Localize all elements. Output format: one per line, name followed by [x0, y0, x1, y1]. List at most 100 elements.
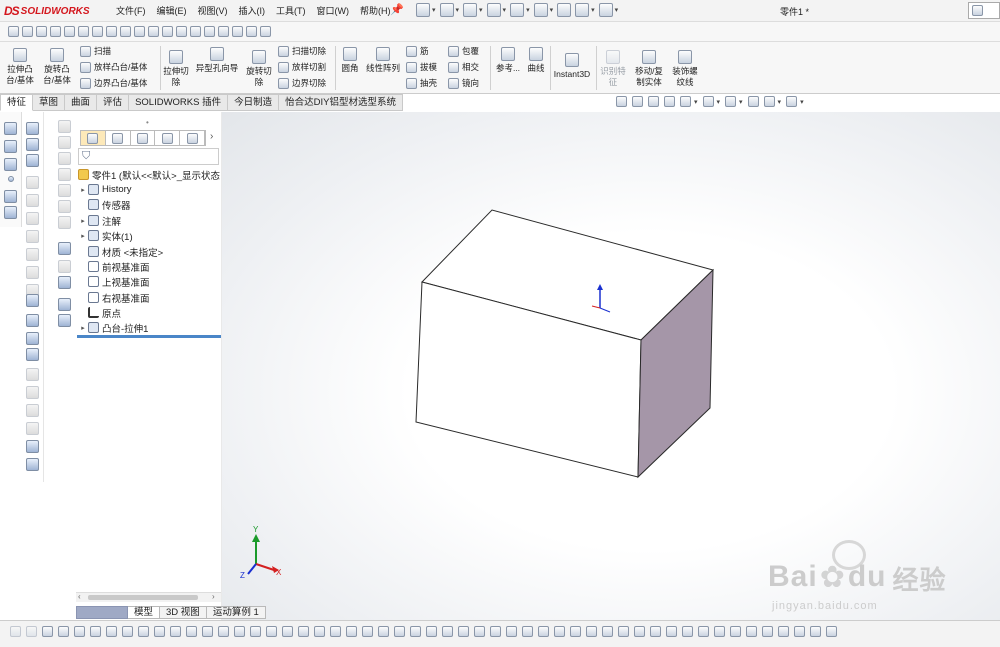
- sweep-button[interactable]: 扫描: [80, 45, 111, 57]
- zoom-to-fit-icon[interactable]: [616, 96, 627, 107]
- selection-filter-icon[interactable]: [10, 626, 21, 637]
- selection-filter-icon[interactable]: [314, 626, 325, 637]
- cut-icon[interactable]: [26, 154, 39, 167]
- pattern-side-icon[interactable]: [26, 348, 39, 361]
- boss-revolve-icon[interactable]: [26, 138, 39, 151]
- selection-filter-icon[interactable]: [586, 626, 597, 637]
- intersect-button[interactable]: 相交: [448, 61, 479, 73]
- selection-filter-icon[interactable]: [122, 626, 133, 637]
- wrap-button[interactable]: 包覆: [448, 45, 479, 57]
- tab-manufacturing[interactable]: 今日制造: [228, 94, 280, 111]
- tab-addins[interactable]: SOLIDWORKS 插件: [129, 94, 229, 111]
- selection-filter-icon[interactable]: [442, 626, 453, 637]
- wrap-side-icon[interactable]: [26, 332, 39, 345]
- tree-item-right-plane[interactable]: 右视基准面: [78, 290, 221, 305]
- options-gear-icon[interactable]: [598, 3, 613, 17]
- open-icon[interactable]: [439, 3, 454, 17]
- box-side-icon[interactable]: [26, 458, 39, 471]
- boss-extrude-icon[interactable]: [26, 122, 39, 135]
- swept-cut-button[interactable]: 扫描切除: [278, 45, 326, 57]
- screen-icon[interactable]: [58, 276, 71, 289]
- selection-filter-icon[interactable]: [42, 626, 53, 637]
- tool-icon-7[interactable]: [92, 26, 103, 37]
- view-settings-icon[interactable]: [786, 96, 798, 107]
- selection-filter-icon[interactable]: [378, 626, 389, 637]
- selection-filter-icon[interactable]: [762, 626, 773, 637]
- part-box-model[interactable]: [415, 209, 714, 479]
- axis-icon[interactable]: [4, 158, 17, 171]
- tab-model[interactable]: 模型: [128, 606, 161, 619]
- chevron-right-icon[interactable]: ›: [210, 131, 213, 142]
- scene-icon[interactable]: [763, 96, 775, 107]
- selection-filter-icon[interactable]: [186, 626, 197, 637]
- menu-file[interactable]: 文件(F): [116, 4, 146, 17]
- selection-filter-icon[interactable]: [826, 626, 837, 637]
- tree-horizontal-scrollbar[interactable]: ‹ ›: [76, 592, 221, 602]
- scroll-left-icon[interactable]: ‹: [78, 592, 81, 601]
- selection-filter-icon[interactable]: [474, 626, 485, 637]
- selection-filter-icon[interactable]: [682, 626, 693, 637]
- selection-filter-icon[interactable]: [394, 626, 405, 637]
- tool-icon-11[interactable]: [148, 26, 159, 37]
- hole-wizard-button[interactable]: 异型孔向导: [193, 45, 241, 74]
- tab-nav-arrows[interactable]: [76, 606, 128, 619]
- expand-arrow-icon[interactable]: ▸: [78, 217, 88, 225]
- selection-filter-icon[interactable]: [346, 626, 357, 637]
- zoom-area-icon[interactable]: [632, 96, 643, 107]
- selection-filter-icon[interactable]: [218, 626, 229, 637]
- tree-item-boss-extrude1[interactable]: ▸ 凸台-拉伸1: [78, 320, 221, 335]
- selection-filter-icon[interactable]: [138, 626, 149, 637]
- selection-filter-icon[interactable]: [26, 626, 37, 637]
- menu-edit[interactable]: 编辑(E): [157, 4, 187, 17]
- selection-filter-icon[interactable]: [810, 626, 821, 637]
- undo-icon[interactable]: [510, 3, 525, 17]
- selection-filter-icon[interactable]: [410, 626, 421, 637]
- selection-filter-icon[interactable]: [74, 626, 85, 637]
- selection-filter-icon[interactable]: [602, 626, 613, 637]
- menu-view[interactable]: 视图(V): [198, 4, 228, 17]
- shell-side-icon[interactable]: [26, 314, 39, 327]
- fillet-button[interactable]: 圆角: [338, 45, 362, 74]
- rebuild-icon[interactable]: [557, 3, 572, 17]
- tree-item-origin[interactable]: 原点: [78, 305, 221, 320]
- tab-surfaces[interactable]: 曲面: [65, 94, 98, 111]
- tool-icon-2[interactable]: [22, 26, 33, 37]
- extrude-boss-button[interactable]: 拉伸凸台/基体: [4, 46, 36, 86]
- menu-window[interactable]: 窗口(W): [317, 4, 350, 17]
- scroll-thumb[interactable]: [88, 595, 198, 600]
- linear-pattern-button[interactable]: 线性阵列: [364, 45, 402, 74]
- rib-button[interactable]: 筋: [406, 45, 429, 57]
- curves-button[interactable]: 曲线: [525, 45, 547, 74]
- selection-filter-icon[interactable]: [362, 626, 373, 637]
- help-search-button[interactable]: [968, 2, 1000, 19]
- dimxpert-tab[interactable]: [155, 131, 181, 145]
- selection-filter-icon[interactable]: [282, 626, 293, 637]
- surface-icon[interactable]: [58, 242, 71, 255]
- select-icon[interactable]: [533, 3, 548, 17]
- line-icon[interactable]: [4, 140, 17, 153]
- tool-icon-16[interactable]: [218, 26, 229, 37]
- tool-icon-9[interactable]: [120, 26, 131, 37]
- expand-arrow-icon[interactable]: ▸: [78, 324, 88, 332]
- selection-filter-icon[interactable]: [714, 626, 725, 637]
- cosmetic-thread-button[interactable]: 装饰螺纹线: [670, 48, 700, 88]
- selection-filter-icon[interactable]: [90, 626, 101, 637]
- selection-filter-icon[interactable]: [698, 626, 709, 637]
- tool-icon-14[interactable]: [190, 26, 201, 37]
- recognize-features-button[interactable]: 识别特征: [598, 48, 628, 88]
- rollback-bar[interactable]: [77, 335, 221, 338]
- selection-filter-icon[interactable]: [666, 626, 677, 637]
- tree-item-top-plane[interactable]: 上视基准面: [78, 274, 221, 289]
- view-orientation-icon[interactable]: [680, 96, 691, 107]
- previous-view-icon[interactable]: [648, 96, 659, 107]
- new-document-icon[interactable]: [416, 3, 430, 17]
- tool-icon-17[interactable]: [232, 26, 243, 37]
- selection-filter-icon[interactable]: [538, 626, 549, 637]
- selection-filter-icon[interactable]: [298, 626, 309, 637]
- mirror-button[interactable]: 镜向: [448, 77, 479, 89]
- tree-item-history[interactable]: ▸ History: [78, 182, 221, 197]
- selection-filter-icon[interactable]: [618, 626, 629, 637]
- tree-filter-input[interactable]: ⛉: [78, 148, 219, 165]
- tool-icon-3[interactable]: [36, 26, 47, 37]
- selection-filter-icon[interactable]: [570, 626, 581, 637]
